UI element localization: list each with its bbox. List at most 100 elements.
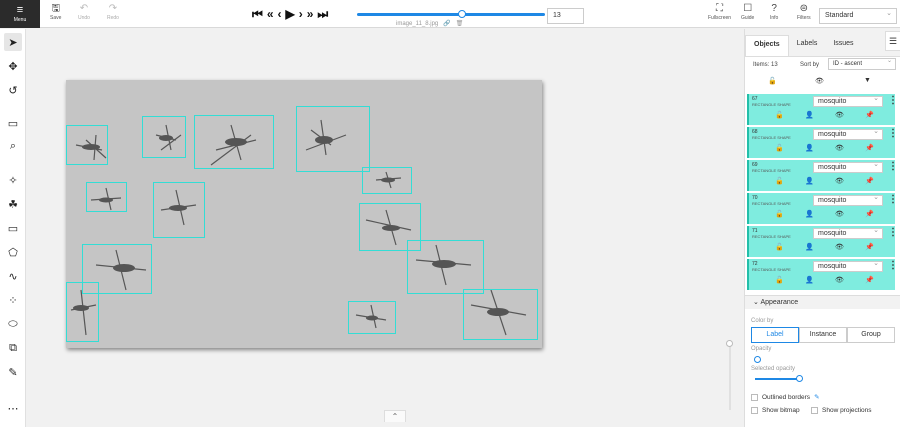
- pin-icon[interactable]: 📌: [865, 243, 874, 251]
- object-item[interactable]: 68 RECTANGLE SHAPE mosquito ⋮ 🔓 👤 👁 📌: [747, 127, 898, 158]
- bounding-box[interactable]: [348, 301, 396, 334]
- color-by-group-option[interactable]: Group: [847, 327, 895, 343]
- lock-icon[interactable]: 🔓: [775, 210, 784, 218]
- more-options-icon[interactable]: ⋮: [888, 194, 898, 205]
- object-label-select[interactable]: mosquito: [813, 193, 883, 206]
- lock-icon[interactable]: 🔓: [775, 144, 784, 152]
- tab-labels[interactable]: Labels: [789, 35, 826, 57]
- pin-icon[interactable]: 📌: [865, 144, 874, 152]
- frame-number-input[interactable]: 13: [547, 8, 584, 24]
- filters-button[interactable]: ⊜ Filters: [797, 3, 811, 21]
- rotate-tool-icon[interactable]: ↺: [4, 81, 22, 99]
- lock-icon[interactable]: 🔓: [775, 276, 784, 284]
- tab-issues[interactable]: Issues: [825, 35, 861, 57]
- pin-icon[interactable]: 📌: [865, 276, 874, 284]
- object-label-select[interactable]: mosquito: [813, 94, 883, 107]
- opacity-slider[interactable]: [754, 356, 761, 363]
- show-bitmap-checkbox[interactable]: Show bitmap: [751, 407, 800, 414]
- bounding-box[interactable]: [407, 240, 484, 294]
- color-by-label-option[interactable]: Label: [751, 327, 799, 343]
- color-by-instance-option[interactable]: Instance: [799, 327, 847, 343]
- last-frame-button[interactable]: ⏭: [317, 7, 328, 21]
- workspace-select[interactable]: Standard: [819, 8, 897, 24]
- cuboid-tool-icon[interactable]: ⧉: [4, 339, 22, 357]
- pin-icon[interactable]: 📌: [865, 177, 874, 185]
- more-options-icon[interactable]: ⋮: [888, 260, 898, 271]
- bounding-box[interactable]: [86, 182, 127, 212]
- fit-image-icon[interactable]: ▭: [4, 114, 22, 132]
- visibility-icon[interactable]: 👁: [835, 177, 844, 185]
- outlined-borders-checkbox[interactable]: Outlined borders ✎: [751, 393, 820, 401]
- lock-all-icon[interactable]: 🔓: [768, 77, 777, 85]
- polygon-tool-icon[interactable]: ⬠: [4, 243, 22, 261]
- frame-slider-handle[interactable]: [458, 10, 466, 18]
- forward-step-button[interactable]: »: [307, 7, 314, 21]
- previous-frame-button[interactable]: ‹: [278, 7, 282, 21]
- lock-icon[interactable]: 🔓: [775, 177, 784, 185]
- visibility-icon[interactable]: 👁: [835, 276, 844, 284]
- occluded-icon[interactable]: 👤: [805, 210, 814, 218]
- expand-all-icon[interactable]: ▼: [864, 77, 871, 84]
- selected-opacity-track[interactable]: [755, 378, 799, 380]
- ai-tools-icon[interactable]: ☘: [4, 195, 22, 213]
- more-options-icon[interactable]: ⋮: [888, 95, 898, 106]
- pin-icon[interactable]: 📌: [865, 111, 874, 119]
- undo-button[interactable]: ↶ Undo: [78, 3, 90, 21]
- expand-bottom-panel-button[interactable]: ⌃: [384, 410, 406, 422]
- fullscreen-button[interactable]: ⛶ Fullscreen: [708, 3, 731, 21]
- occluded-icon[interactable]: 👤: [805, 276, 814, 284]
- redo-button[interactable]: ↷ Redo: [107, 3, 119, 21]
- occluded-icon[interactable]: 👤: [805, 144, 814, 152]
- show-projections-checkbox[interactable]: Show projections: [811, 407, 872, 414]
- move-tool-icon[interactable]: ✥: [4, 57, 22, 75]
- pen-icon[interactable]: ✎: [814, 393, 819, 401]
- polyline-tool-icon[interactable]: ∿: [4, 267, 22, 285]
- zoom-track[interactable]: [729, 340, 731, 410]
- frame-slider[interactable]: [357, 10, 545, 18]
- more-tools-icon[interactable]: ⋯: [4, 399, 22, 417]
- object-item[interactable]: 69 RECTANGLE SHAPE mosquito ⋮ 🔓 👤 👁 📌: [747, 160, 898, 191]
- rectangle-tool-icon[interactable]: ▭: [4, 219, 22, 237]
- sort-by-select[interactable]: ID - ascent: [828, 57, 896, 70]
- more-options-icon[interactable]: ⋮: [888, 161, 898, 172]
- bounding-box[interactable]: [142, 116, 186, 158]
- visibility-icon[interactable]: 👁: [835, 243, 844, 251]
- tab-objects[interactable]: Objects: [745, 35, 789, 57]
- ellipse-tool-icon[interactable]: ⬭: [4, 315, 22, 333]
- copy-link-icon[interactable]: 🔗: [443, 20, 450, 27]
- delete-frame-icon[interactable]: 🗑: [456, 20, 464, 27]
- selected-opacity-slider[interactable]: [796, 375, 803, 382]
- pin-icon[interactable]: 📌: [865, 210, 874, 218]
- object-label-select[interactable]: mosquito: [813, 226, 883, 239]
- occluded-icon[interactable]: 👤: [805, 177, 814, 185]
- object-label-select[interactable]: mosquito: [813, 160, 883, 173]
- more-options-icon[interactable]: ⋮: [888, 227, 898, 238]
- object-label-select[interactable]: mosquito: [813, 127, 883, 140]
- zoom-region-icon[interactable]: ⌕: [4, 137, 22, 155]
- annotation-image[interactable]: [66, 80, 542, 348]
- save-button[interactable]: 🖫 Save: [50, 3, 61, 21]
- magic-wand-icon[interactable]: ✧: [4, 171, 22, 189]
- bounding-box[interactable]: [153, 182, 205, 238]
- occluded-icon[interactable]: 👤: [805, 243, 814, 251]
- visibility-icon[interactable]: 👁: [835, 210, 844, 218]
- bounding-box[interactable]: [362, 167, 412, 194]
- brush-tool-icon[interactable]: ✎: [4, 363, 22, 381]
- bounding-box[interactable]: [296, 106, 370, 172]
- more-options-icon[interactable]: ⋮: [888, 128, 898, 139]
- first-frame-button[interactable]: ⏮: [252, 7, 263, 21]
- object-item[interactable]: 71 RECTANGLE SHAPE mosquito ⋮ 🔓 👤 👁 📌: [747, 226, 898, 257]
- object-item[interactable]: 67 RECTANGLE SHAPE mosquito ⋮ 🔓 👤 👁 📌: [747, 94, 898, 125]
- bounding-box[interactable]: [463, 289, 538, 340]
- zoom-handle[interactable]: [726, 340, 733, 347]
- visibility-icon[interactable]: 👁: [835, 144, 844, 152]
- bounding-box[interactable]: [194, 115, 274, 169]
- visibility-icon[interactable]: 👁: [835, 111, 844, 119]
- object-item[interactable]: 72 RECTANGLE SHAPE mosquito ⋮ 🔓 👤 👁 📌: [747, 259, 898, 290]
- appearance-header[interactable]: ⌄ Appearance: [745, 296, 900, 309]
- lock-icon[interactable]: 🔓: [775, 111, 784, 119]
- cursor-tool-icon[interactable]: ➤: [4, 33, 22, 51]
- hide-all-icon[interactable]: 👁: [815, 77, 824, 85]
- play-button[interactable]: ▶: [286, 7, 295, 21]
- menu-button[interactable]: ≡ Menu: [0, 0, 40, 28]
